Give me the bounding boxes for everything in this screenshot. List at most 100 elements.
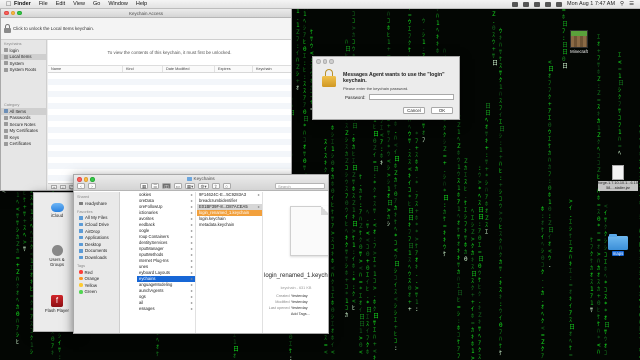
search-input[interactable]: Search xyxy=(275,183,325,189)
meta-value: Yesterday xyxy=(290,294,308,298)
svg-text:=: = xyxy=(471,320,475,327)
sidebar-item-all-my-files[interactable]: All My Files xyxy=(74,215,119,222)
sidebar-item-documents[interactable]: Documents xyxy=(74,248,119,255)
volume-icon[interactable] xyxy=(545,1,552,7)
svg-text:ｴ: ｴ xyxy=(366,272,369,279)
svg-text:ﾎ: ﾎ xyxy=(597,69,600,76)
meta-label: Created xyxy=(276,294,290,298)
svg-text:=: = xyxy=(359,279,363,286)
menu-edit[interactable]: Edit xyxy=(56,1,65,7)
airplay-icon[interactable] xyxy=(523,1,530,7)
svg-text:ｺ: ｺ xyxy=(394,275,397,282)
category-certificates[interactable]: Certificates xyxy=(1,141,46,148)
column-expires[interactable]: Expires xyxy=(215,66,253,72)
svg-text:0: 0 xyxy=(16,311,20,318)
sidebar-item-downloads[interactable]: Downloads xyxy=(74,254,119,261)
sidebar-tag-green[interactable]: Green xyxy=(74,289,119,296)
svg-text:ﾎ: ﾎ xyxy=(331,125,334,132)
svg-text:+: + xyxy=(499,182,503,189)
svg-text:ｲ: ｲ xyxy=(499,112,502,119)
svg-text:Z: Z xyxy=(597,76,601,83)
sidebar-item-applications[interactable]: Applications xyxy=(74,234,119,241)
finder-toolbar: Keychains ‹ › ▦ ☰ ◫ ▭ ▦▾ ⚙▾ ⇧ ○ Search xyxy=(74,175,328,191)
svg-text:ｼ: ｼ xyxy=(30,349,33,356)
view-list-button[interactable]: ☰ xyxy=(151,183,160,189)
svg-text:ｺ: ｺ xyxy=(352,11,355,18)
svg-text:<: < xyxy=(604,203,608,210)
menu-file[interactable]: File xyxy=(39,1,48,7)
add-button[interactable]: + xyxy=(51,185,57,190)
menu-window[interactable]: Window xyxy=(108,1,128,7)
zoom-icon[interactable] xyxy=(17,10,22,16)
forward-button[interactable]: › xyxy=(88,183,96,189)
svg-text:.: . xyxy=(492,18,496,25)
svg-text:ｼ: ｼ xyxy=(464,214,467,221)
menu-go[interactable]: Go xyxy=(93,1,100,7)
sidebar-item-readyshare[interactable]: readyshare xyxy=(74,200,119,207)
svg-text:1: 1 xyxy=(233,339,237,346)
notification-center-icon[interactable]: ☰ xyxy=(629,1,634,7)
sidebar-tag-yellow[interactable]: Yellow xyxy=(74,282,119,289)
keychain-titlebar[interactable]: Keychain Access xyxy=(1,9,291,18)
spotlight-icon[interactable]: ⚲ xyxy=(620,1,624,7)
minimize-icon[interactable] xyxy=(10,10,15,16)
close-icon[interactable] xyxy=(4,10,9,16)
apple-icon[interactable]:  xyxy=(6,1,14,8)
svg-text:ｺ: ｺ xyxy=(303,137,306,144)
svg-text:ﾋ: ﾋ xyxy=(408,201,411,208)
svg-text:ｴ: ｴ xyxy=(471,215,474,222)
svg-text:ｽ: ｽ xyxy=(485,222,488,229)
column-name[interactable]: Name xyxy=(48,66,123,72)
add-tags-link[interactable]: Add Tags... xyxy=(291,312,310,316)
action-gear-button[interactable]: ⚙▾ xyxy=(198,183,209,189)
svg-text:ﾍ: ﾍ xyxy=(156,337,159,344)
keychain-file-row[interactable]: metadata.keychain xyxy=(197,222,262,228)
sidebar-item-desktop[interactable]: Desktop xyxy=(74,241,119,248)
view-icons-button[interactable]: ▦ xyxy=(140,183,149,189)
ok-button[interactable]: OK xyxy=(431,107,453,114)
svg-text:ｶ: ｶ xyxy=(16,304,19,311)
column-row-label: ictionaries xyxy=(139,210,158,215)
menu-help[interactable]: Help xyxy=(136,1,147,7)
password-field[interactable] xyxy=(369,94,454,100)
column-row[interactable]: essages ▸ xyxy=(137,306,195,312)
back-button[interactable]: ‹ xyxy=(77,183,85,189)
menu-finder[interactable]: Finder xyxy=(14,1,31,7)
svg-text:ﾊ: ﾊ xyxy=(499,245,502,252)
desktop-icon-maps-folder[interactable]: maps xyxy=(604,234,632,256)
svg-text:<: < xyxy=(373,348,377,355)
sidebar-item-airdrop[interactable]: AirDrop xyxy=(74,228,119,235)
share-button[interactable]: ⇧ xyxy=(211,183,220,189)
sidebar-tag-orange[interactable]: Orange xyxy=(74,275,119,282)
folder-icon xyxy=(608,234,628,250)
lock-icon[interactable] xyxy=(3,24,11,33)
view-coverflow-button[interactable]: ▭ xyxy=(173,183,182,189)
column-kind[interactable]: Kind xyxy=(123,66,163,72)
tags-button[interactable]: ○ xyxy=(222,183,231,189)
svg-text:ｽ: ｽ xyxy=(303,81,306,88)
desktop-icon-forge-jar[interactable]: forge-1.7.10-10.1...6.1558-...staller.ja… xyxy=(598,165,638,191)
svg-text:=: = xyxy=(597,202,601,209)
dropbox-icon[interactable] xyxy=(512,1,519,7)
info-button[interactable]: i xyxy=(60,185,66,190)
svg-text:1: 1 xyxy=(457,185,461,192)
view-columns-button[interactable]: ◫ xyxy=(162,183,171,189)
cancel-button[interactable]: Cancel xyxy=(403,107,425,114)
battery-icon[interactable] xyxy=(556,1,563,7)
svg-text:ｻ: ｻ xyxy=(352,179,355,186)
column-keychain[interactable]: Keychain xyxy=(253,66,291,72)
svg-text:<: < xyxy=(394,247,398,254)
sidebar-item-icloud-drive[interactable]: iCloud Drive xyxy=(74,221,119,228)
desktop-icon-minecraft[interactable]: Minecraft xyxy=(564,30,594,54)
wifi-icon[interactable] xyxy=(534,1,541,7)
column-date-modified[interactable]: Date Modified xyxy=(163,66,215,72)
svg-text:ｷ: ｷ xyxy=(408,222,411,229)
svg-text:ｱ: ｱ xyxy=(541,353,544,360)
preview-filename: login_renamed_1.keychain xyxy=(264,273,329,279)
menubar-clock[interactable]: Mon Aug 1 7:47 AM xyxy=(567,1,615,7)
menu-view[interactable]: View xyxy=(73,1,85,7)
arrange-button[interactable]: ▦▾ xyxy=(184,183,196,189)
svg-text:ｷ: ｷ xyxy=(436,41,439,48)
sidebar-tag-red[interactable]: Red xyxy=(74,269,119,276)
svg-text:ﾌ: ﾌ xyxy=(408,229,411,236)
